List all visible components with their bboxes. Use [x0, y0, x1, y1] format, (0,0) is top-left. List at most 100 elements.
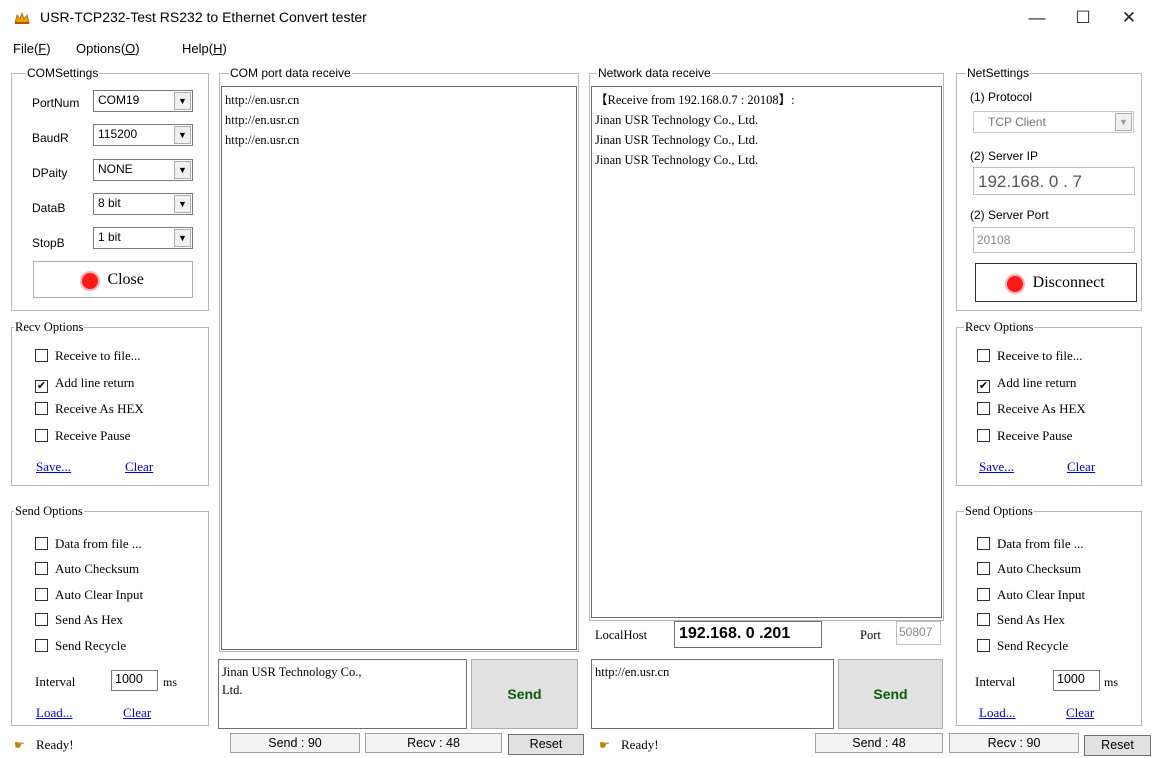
right-send-as-hex-checkbox[interactable]: Send As Hex — [977, 612, 1065, 628]
net-send-button[interactable]: Send — [838, 659, 943, 729]
right-interval-label: Interval — [975, 674, 1016, 689]
databits-label: DataB — [32, 201, 66, 215]
left-send-as-hex-checkbox[interactable]: Send As Hex — [35, 612, 123, 628]
chevron-down-icon: ▼ — [1115, 113, 1132, 131]
localhost-ip-input[interactable]: 192.168. 0 .201 — [674, 621, 822, 648]
right-add-line-return-checkbox[interactable]: ✔ Add line return — [977, 375, 1076, 393]
portnum-value: COM19 — [98, 93, 140, 107]
right-send-recycle-checkbox[interactable]: Send Recycle — [977, 638, 1068, 654]
right-save-link[interactable]: Save... — [979, 459, 1014, 475]
com-receive-textarea[interactable]: http://en.usr.cn http://en.usr.cn http:/… — [221, 86, 577, 650]
right-recv-hex-checkbox[interactable]: Receive As HEX — [977, 401, 1086, 417]
checkbox-icon — [977, 639, 990, 652]
checkbox-icon — [977, 429, 990, 442]
left-send-recycle-checkbox[interactable]: Send Recycle — [35, 638, 126, 654]
checkbox-icon — [35, 537, 48, 550]
right-reset-button[interactable]: Reset — [1084, 735, 1151, 756]
checkbox-label: Data from file ... — [997, 536, 1084, 551]
net-receive-line: Jinan USR Technology Co., Ltd. — [595, 153, 759, 167]
com-close-button[interactable]: Close — [33, 261, 193, 298]
menu-help-key: H — [213, 41, 223, 56]
stopbits-select[interactable]: 1 bit ▼ — [93, 227, 193, 249]
status-led-icon — [82, 272, 99, 289]
checkbox-label: Receive As HEX — [55, 401, 144, 416]
baud-value: 115200 — [98, 127, 138, 141]
left-add-line-return-checkbox[interactable]: ✔ Add line return — [35, 375, 134, 393]
menu-help-label: Help — [182, 41, 209, 56]
left-interval-input[interactable]: 1000 — [111, 670, 158, 691]
left-recv-pause-checkbox[interactable]: Receive Pause — [35, 428, 130, 444]
checkbox-icon — [977, 537, 990, 550]
left-data-from-file-checkbox[interactable]: Data from file ... — [35, 536, 142, 552]
menu-options[interactable]: Options(O) — [76, 41, 140, 56]
com-close-label: Close — [107, 271, 144, 288]
minimize-button[interactable]: — — [1014, 0, 1060, 36]
databits-value: 8 bit — [98, 196, 121, 210]
databits-select[interactable]: 8 bit ▼ — [93, 193, 193, 215]
net-receive-textarea[interactable]: 【Receive from 192.168.0.7 : 20108】: Jina… — [591, 86, 942, 618]
checkbox-icon — [35, 429, 48, 442]
right-recv-pause-checkbox[interactable]: Receive Pause — [977, 428, 1072, 444]
net-send-line: http://en.usr.cn — [595, 665, 670, 679]
menu-file[interactable]: File(F) — [13, 41, 51, 56]
checkbox-label: Receive Pause — [55, 428, 131, 443]
baud-select[interactable]: 115200 ▼ — [93, 124, 193, 146]
checkbox-icon — [977, 402, 990, 415]
parity-select[interactable]: NONE ▼ — [93, 159, 193, 181]
right-auto-checksum-checkbox[interactable]: Auto Checksum — [977, 561, 1081, 577]
chevron-down-icon: ▼ — [174, 229, 191, 247]
disconnect-button[interactable]: Disconnect — [975, 263, 1137, 302]
com-receive-line: http://en.usr.cn — [225, 113, 300, 127]
checkbox-icon — [977, 613, 990, 626]
checkbox-icon: ✔ — [35, 380, 48, 393]
parity-value: NONE — [98, 162, 133, 176]
right-send-clear-link[interactable]: Clear — [1066, 705, 1094, 721]
parity-label: DPaity — [32, 166, 68, 180]
maximize-button[interactable]: ☐ — [1060, 0, 1106, 36]
right-interval-input[interactable]: 1000 — [1053, 670, 1100, 691]
net-receive-title: Network data receive — [597, 66, 712, 80]
portnum-select[interactable]: COM19 ▼ — [93, 90, 193, 112]
left-auto-clear-input-checkbox[interactable]: Auto Clear Input — [35, 587, 143, 603]
com-send-button[interactable]: Send — [471, 659, 578, 729]
left-auto-checksum-checkbox[interactable]: Auto Checksum — [35, 561, 139, 577]
localhost-label: LocalHost — [595, 628, 648, 642]
checkbox-label: Data from file ... — [55, 536, 142, 551]
status-led-icon — [1007, 275, 1024, 292]
com-send-input[interactable]: Jinan USR Technology Co., Ltd. — [218, 659, 467, 729]
checkbox-label: Receive to file... — [997, 348, 1083, 363]
checkbox-icon — [977, 562, 990, 575]
right-send-count: Send : 48 — [815, 733, 943, 753]
server-ip-input[interactable]: 192.168. 0 . 7 — [973, 167, 1135, 195]
chevron-down-icon: ▼ — [174, 195, 191, 213]
left-recv-to-file-checkbox[interactable]: Receive to file... — [35, 348, 141, 364]
net-send-input[interactable]: http://en.usr.cn — [591, 659, 834, 729]
server-port-input[interactable]: 20108 — [973, 227, 1135, 253]
checkbox-icon — [977, 588, 990, 601]
port-label: Port — [860, 628, 881, 642]
right-recv-to-file-checkbox[interactable]: Receive to file... — [977, 348, 1083, 364]
left-recv-hex-checkbox[interactable]: Receive As HEX — [35, 401, 144, 417]
right-recv-clear-link[interactable]: Clear — [1067, 459, 1095, 475]
left-load-link[interactable]: Load... — [36, 705, 72, 721]
menu-file-key: F — [38, 41, 47, 56]
left-recv-clear-link[interactable]: Clear — [125, 459, 153, 475]
checkbox-icon — [35, 639, 48, 652]
left-ready-text: Ready! — [36, 737, 74, 752]
checkbox-label: Receive As HEX — [997, 401, 1086, 416]
close-window-button[interactable]: ✕ — [1106, 0, 1152, 36]
local-port-input[interactable]: 50807 — [896, 621, 941, 645]
protocol-select[interactable]: TCP Client ▼ — [973, 111, 1134, 133]
com-send-line: Jinan USR Technology Co., — [222, 665, 362, 679]
left-reset-button[interactable]: Reset — [508, 734, 584, 755]
right-data-from-file-checkbox[interactable]: Data from file ... — [977, 536, 1084, 552]
right-auto-clear-input-checkbox[interactable]: Auto Clear Input — [977, 587, 1085, 603]
right-status-ready: ☛ Ready! — [599, 737, 659, 753]
stopbits-value: 1 bit — [98, 230, 121, 244]
left-recv-options-title: Recv Options — [14, 320, 85, 334]
left-save-link[interactable]: Save... — [36, 459, 71, 475]
right-load-link[interactable]: Load... — [979, 705, 1015, 721]
left-send-clear-link[interactable]: Clear — [123, 705, 151, 721]
menu-help[interactable]: Help(H) — [182, 41, 227, 56]
com-receive-line: http://en.usr.cn — [225, 133, 300, 147]
